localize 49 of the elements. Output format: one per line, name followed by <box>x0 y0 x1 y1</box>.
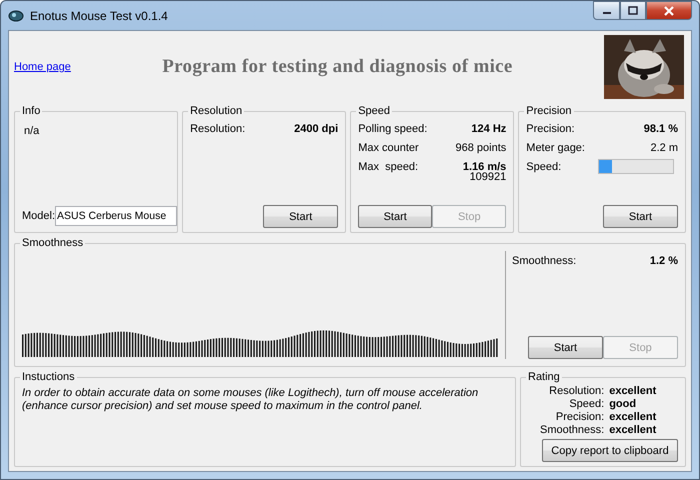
rating-label: Speed: <box>568 398 604 411</box>
group-title: Rating <box>527 371 561 383</box>
field-value: 2.2 m <box>650 142 678 154</box>
start-button[interactable]: Start <box>602 205 678 228</box>
group-title: Speed <box>357 105 391 117</box>
maximize-button[interactable] <box>620 1 646 20</box>
rating-label: Precision: <box>554 411 604 424</box>
group-title: Resolution <box>189 105 244 117</box>
group-title: Smoothness <box>21 237 84 249</box>
field-label: Smoothness: <box>512 254 576 266</box>
field-label: Max counter <box>358 142 419 154</box>
start-button[interactable]: Start <box>358 205 432 228</box>
field-value: 98.1 % <box>644 122 678 134</box>
start-button[interactable]: Start <box>263 205 338 228</box>
copy-report-button[interactable]: Copy report to clipboard <box>542 439 678 462</box>
field-label: Max speed: <box>358 160 418 172</box>
field-label: Speed: <box>526 160 562 172</box>
rating-value: excellent <box>609 424 656 437</box>
start-button[interactable]: Start <box>528 336 603 359</box>
group-title: Instuctions <box>21 371 76 383</box>
field-value: 124 Hz <box>471 122 506 134</box>
window-title: Enotus Mouse Test v0.1.4 <box>30 8 169 22</box>
field-label: Polling speed: <box>358 122 428 134</box>
counter-value: 109921 <box>470 171 506 183</box>
info-text: n/a <box>23 124 40 137</box>
field-label: Meter gage: <box>526 142 585 154</box>
close-button[interactable] <box>646 1 692 20</box>
mouse-icon <box>8 8 24 22</box>
minimize-button[interactable] <box>593 1 620 20</box>
field-value: 1.16 m/s <box>462 160 506 172</box>
home-page-link[interactable]: Home page <box>14 61 71 73</box>
close-icon <box>663 6 675 16</box>
group-title: Precision <box>525 105 573 117</box>
model-field[interactable]: ASUS Cerberus Mouse <box>55 206 178 226</box>
field-value: 2400 dpi <box>294 122 338 134</box>
rating-value: good <box>609 398 638 411</box>
rating-value: excellent <box>609 385 656 398</box>
model-label: Model: <box>22 210 56 222</box>
program-heading: Program for testing and diagnosis of mice <box>161 56 514 78</box>
field-value: 1.2 % <box>650 254 678 266</box>
group-title: Info <box>21 105 42 117</box>
rating-label: Smoothness: <box>540 424 604 437</box>
maximize-icon <box>628 6 638 15</box>
field-label: Resolution: <box>190 122 246 134</box>
instructions-text: In order to obtain accurate data on some mouses (like Logithech), turn off mouse acceleration (enhance cursor precision) and set mouse speed to maximum in the control panel. <box>22 387 480 413</box>
rating-label: Resolution: <box>548 385 604 398</box>
field-value: 968 points <box>456 142 506 154</box>
field-label: Precision: <box>526 122 575 134</box>
rating-value: excellent <box>609 411 656 424</box>
